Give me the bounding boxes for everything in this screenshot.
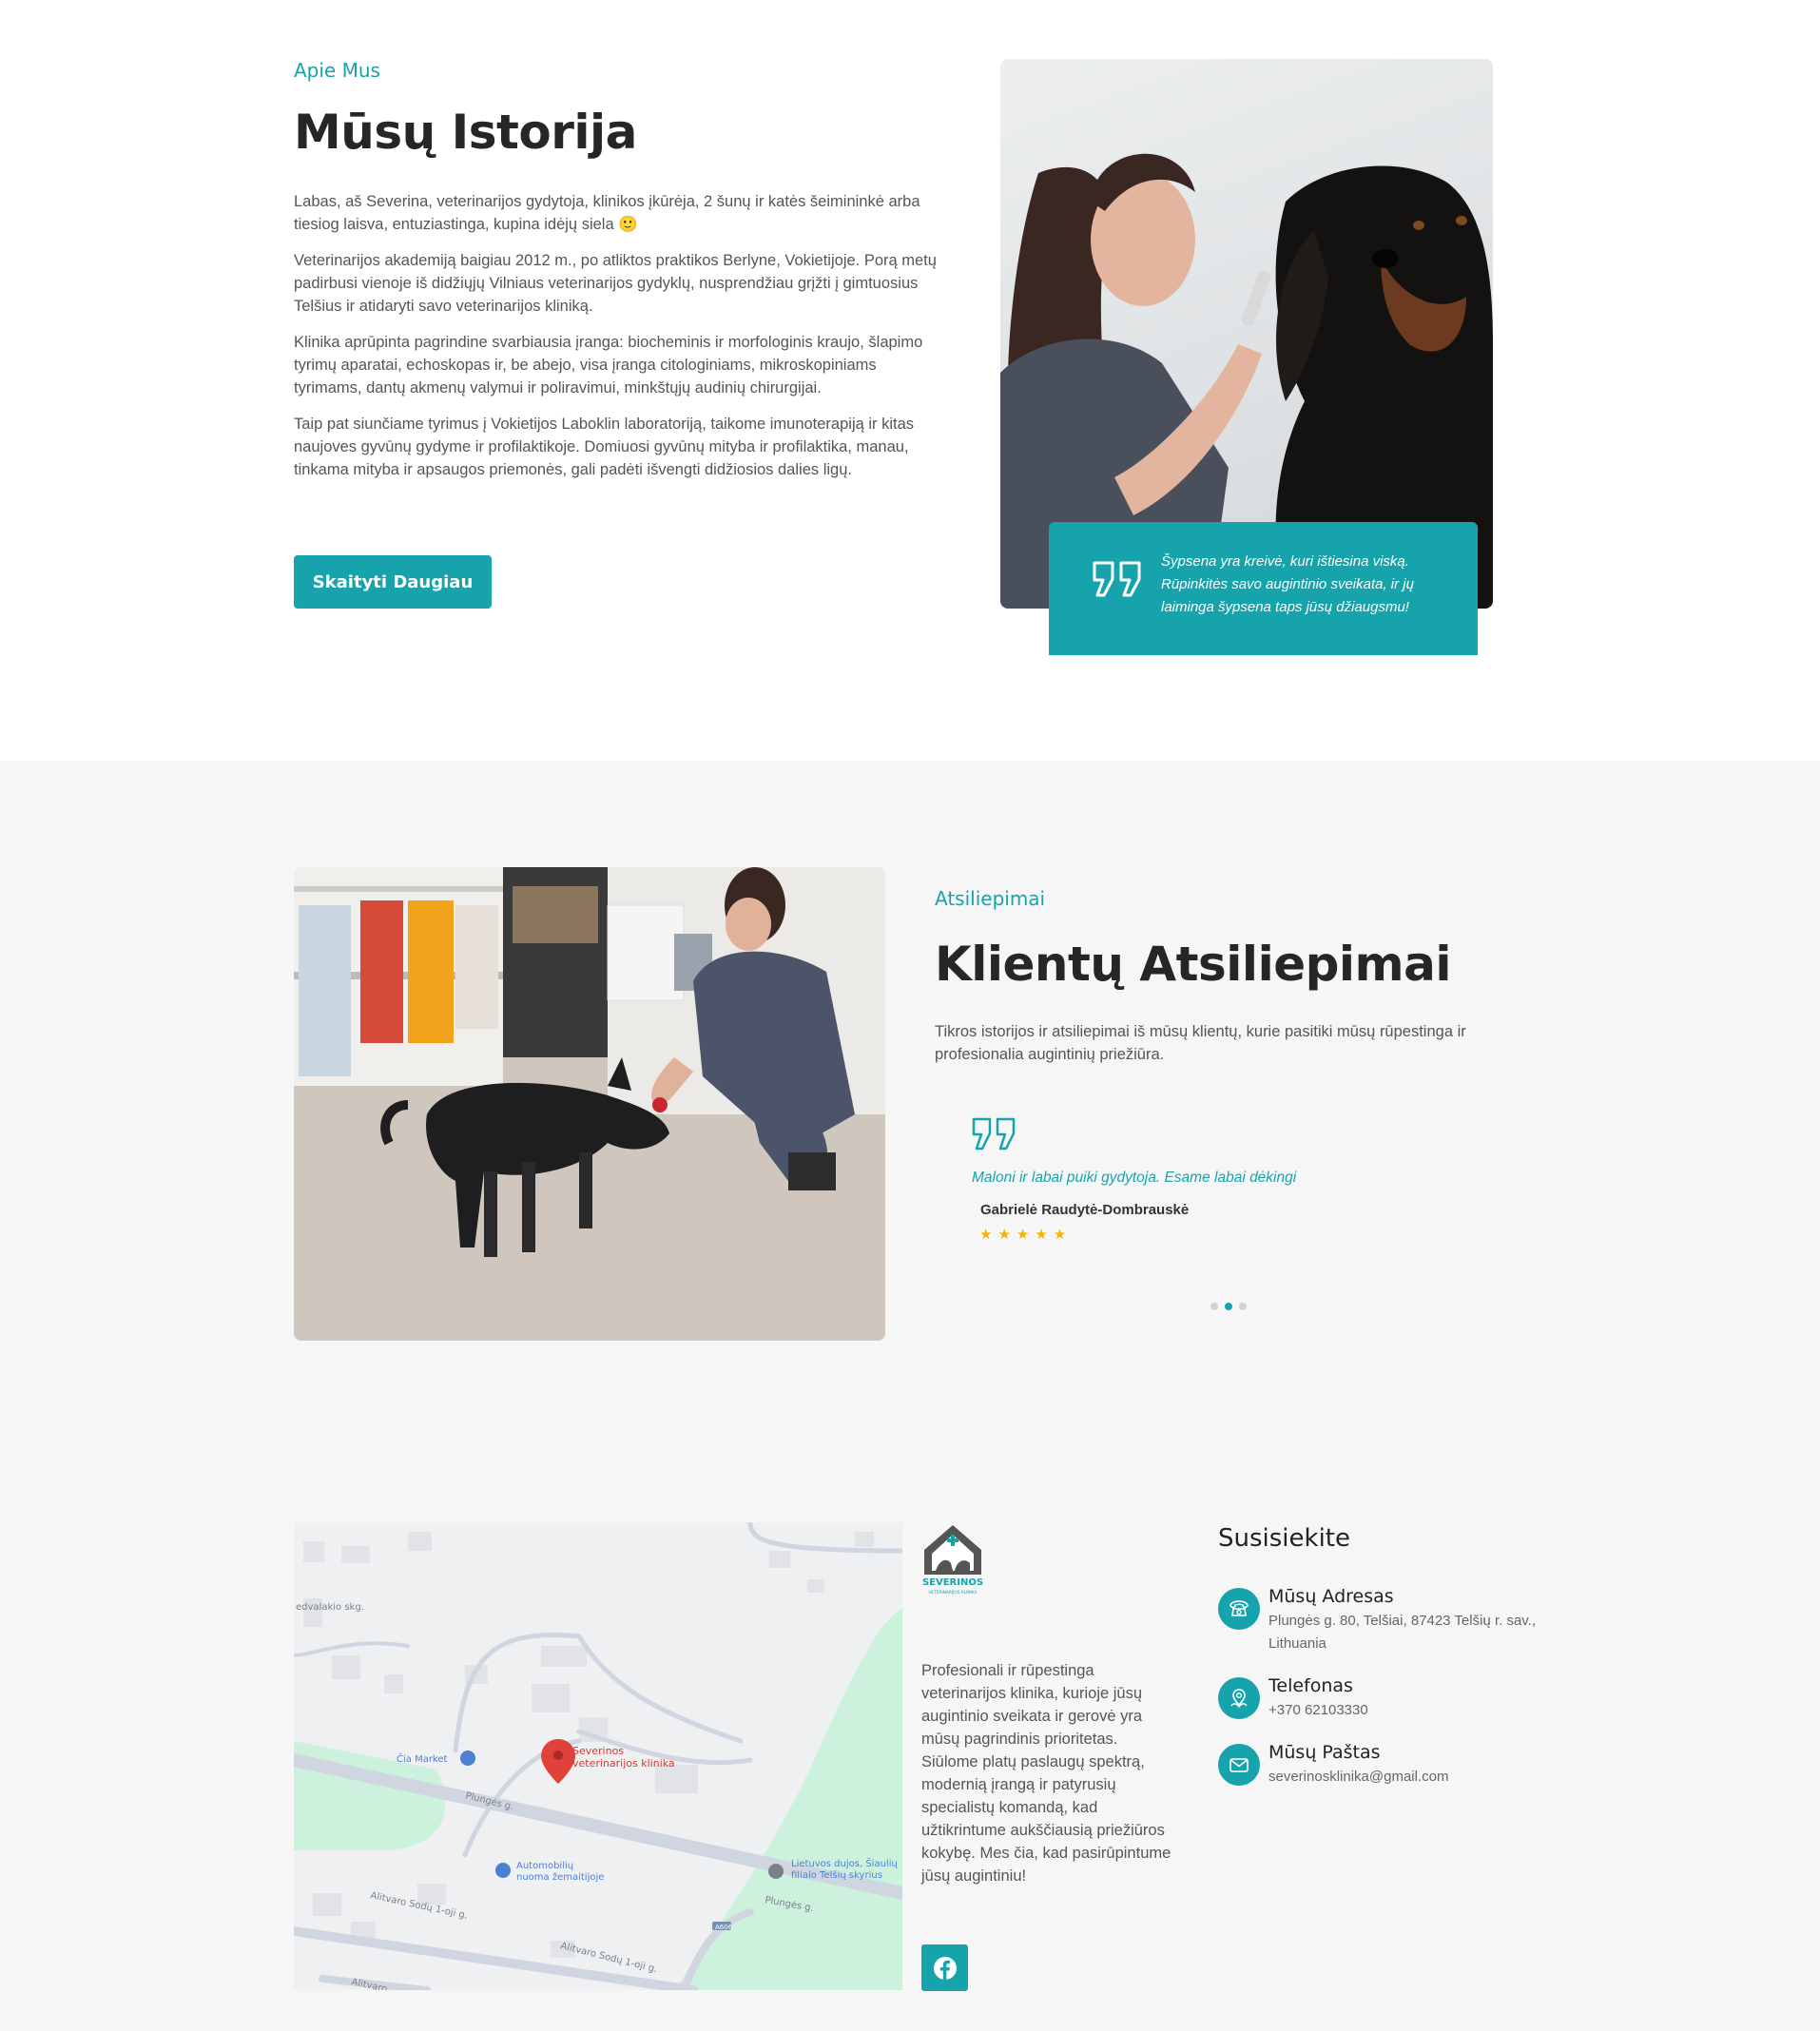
about-paragraph-3: Klinika aprūpinta pagrindine svarbiausia…: [294, 334, 923, 397]
about-eyebrow: Apie Mus: [294, 59, 380, 82]
map-car-rent-label: nuoma žemaitijoje: [516, 1871, 604, 1883]
clinic-logo[interactable]: SEVERINOS VETERINARIJOS KLINIKA: [919, 1521, 987, 1597]
testimonial-author: Gabrielė Raudytė-Dombrauskė: [980, 1202, 1190, 1218]
vet-playing-with-dog-photo: [294, 867, 885, 1341]
contact-value[interactable]: Plungės g. 80, Telšiai, 87423 Telšių r. …: [1268, 1610, 1560, 1655]
market-poi-icon[interactable]: [460, 1751, 475, 1766]
contact-label: Mūsų Paštas: [1268, 1742, 1381, 1763]
map-street-label: edvalakio skg.: [296, 1602, 364, 1613]
facebook-button[interactable]: [921, 1944, 968, 1991]
quote-icon: [1093, 561, 1141, 597]
rating-stars: ★★★★★: [979, 1227, 1073, 1243]
testimonials-title: Klientų Atsiliepimai: [935, 937, 1452, 992]
map-market-label: Čia Market: [397, 1752, 448, 1765]
facebook-icon: [933, 1956, 957, 1980]
testimonial-quote: Maloni ir labai puiki gydytoja. Esame la…: [972, 1170, 1297, 1186]
contact-block: Susisiekite Mūsų Adresas Plungės g. 80, …: [1218, 1524, 1560, 1808]
testimonials-section: Atsiliepimai Klientų Atsiliepimai Tikros…: [0, 761, 1820, 2031]
carousel-dot-2[interactable]: [1225, 1303, 1232, 1310]
contact-value[interactable]: severinosklinika@gmail.com: [1268, 1766, 1560, 1789]
testimonial-quote-icon: [972, 1117, 1016, 1151]
carousel-dot-1[interactable]: [1210, 1303, 1218, 1310]
contact-title: Susisiekite: [1218, 1524, 1350, 1553]
road-badge-text: A606: [715, 1924, 733, 1931]
testimonials-intro: Tikros istorijos ir atsiliepimai iš mūsų…: [935, 1023, 1466, 1063]
logo-name: SEVERINOS: [922, 1577, 983, 1588]
map-post-label: Lietuvos dujos, Šiaulių: [791, 1857, 898, 1869]
about-paragraph-2: Veterinarijos akademiją baigiau 2012 m.,…: [294, 252, 937, 315]
contact-label: Mūsų Adresas: [1268, 1586, 1394, 1607]
dog-photo-illustration: [294, 867, 885, 1341]
contact-item-email: Mūsų Paštas severinosklinika@gmail.com: [1218, 1741, 1560, 1789]
carousel-dots: [1210, 1303, 1247, 1310]
post-poi-icon[interactable]: [768, 1864, 784, 1879]
map-pin-label: veterinarijos klinika: [572, 1757, 675, 1770]
clinic-logo-icon: SEVERINOS VETERINARIJOS KLINIKA: [922, 1525, 983, 1596]
contact-label: Telefonas: [1268, 1675, 1353, 1696]
quote-text: Šypsena yra kreivė, kuri ištiesina viską…: [1161, 553, 1414, 615]
map-illustration: edvalakio skg. Plungės g. Plungės g. Ali…: [294, 1522, 902, 1990]
contact-item-phone: Telefonas +370 62103330: [1218, 1674, 1560, 1722]
testimonial-slide: Maloni ir labai puiki gydytoja. Esame la…: [972, 1117, 1352, 1243]
location-map[interactable]: edvalakio skg. Plungės g. Plungės g. Ali…: [294, 1522, 902, 1990]
contact-value[interactable]: +370 62103330: [1268, 1699, 1560, 1722]
quote-card: Šypsena yra kreivė, kuri ištiesina viską…: [1049, 522, 1478, 655]
map-post-label: filialo Telšių skyrius: [791, 1869, 882, 1881]
contact-item-address: Mūsų Adresas Plungės g. 80, Telšiai, 874…: [1218, 1585, 1560, 1655]
about-title: Mūsų Istorija: [294, 105, 637, 160]
about-paragraph-4: Taip pat siunčiame tyrimus į Vokietijos …: [294, 416, 915, 478]
read-more-button[interactable]: Skaityti Daugiau: [294, 555, 492, 609]
about-text-block: Apie Mus Mūsų Istorija Labas, aš Severin…: [294, 59, 940, 481]
about-paragraph-1: Labas, aš Severina, veterinarijos gydyto…: [294, 193, 920, 233]
testimonials-text-block: Atsiliepimai Klientų Atsiliepimai Tikros…: [935, 887, 1505, 1066]
map-car-rent-label: Automobilių: [516, 1861, 574, 1871]
clinic-description: Profesionali ir rūpestinga veterinarijos…: [921, 1662, 1171, 1885]
logo-sub: VETERINARIJOS KLINIKA: [928, 1590, 977, 1596]
phone-icon: [1218, 1588, 1260, 1630]
carousel-dot-3[interactable]: [1239, 1303, 1247, 1310]
car-rent-poi-icon[interactable]: [495, 1863, 511, 1878]
about-section: Apie Mus Mūsų Istorija Labas, aš Severin…: [0, 0, 1820, 761]
mail-icon: [1218, 1744, 1260, 1786]
testimonials-eyebrow: Atsiliepimai: [935, 887, 1046, 910]
map-pin-label: Severinos: [572, 1745, 624, 1757]
location-person-icon: [1218, 1677, 1260, 1719]
